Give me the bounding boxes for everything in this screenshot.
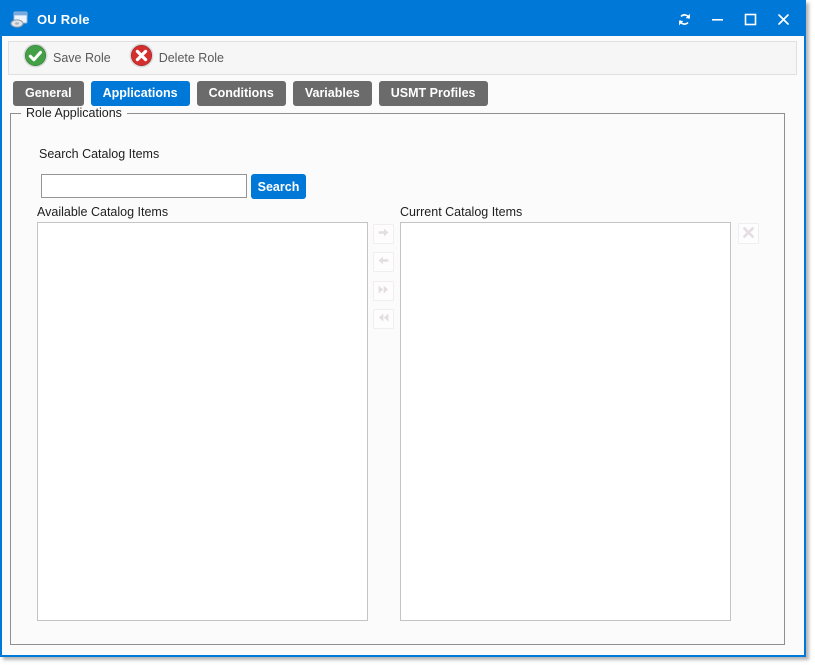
save-icon <box>23 43 48 73</box>
move-left-button[interactable] <box>373 252 394 272</box>
window-title: OU Role <box>37 12 90 27</box>
move-all-right-button[interactable] <box>373 281 394 301</box>
delete-icon <box>129 43 154 73</box>
close-icon[interactable] <box>775 11 791 27</box>
window-controls <box>676 2 791 36</box>
save-role-button[interactable]: Save Role <box>19 41 115 75</box>
app-icon <box>10 10 29 29</box>
double-arrow-left-icon <box>377 311 390 327</box>
minimize-icon[interactable] <box>709 11 725 27</box>
current-catalog-list[interactable] <box>400 222 731 621</box>
tab-general[interactable]: General <box>13 81 84 106</box>
tab-bar: General Applications Conditions Variable… <box>13 81 488 106</box>
search-button[interactable]: Search <box>251 174 306 199</box>
available-catalog-list[interactable] <box>37 222 368 621</box>
save-role-label: Save Role <box>53 51 111 65</box>
delete-role-button[interactable]: Delete Role <box>125 41 228 75</box>
screen: OU Role <box>0 0 815 665</box>
tab-applications[interactable]: Applications <box>91 81 190 106</box>
tab-usmt-profiles[interactable]: USMT Profiles <box>379 81 488 106</box>
move-right-button[interactable] <box>373 224 394 244</box>
tab-conditions[interactable]: Conditions <box>197 81 286 106</box>
toolbar: Save Role Delete Role <box>8 41 797 75</box>
tab-variables[interactable]: Variables <box>293 81 372 106</box>
current-catalog-label: Current Catalog Items <box>400 205 522 219</box>
maximize-icon[interactable] <box>742 11 758 27</box>
role-applications-group: Role Applications Search Catalog Items S… <box>10 113 785 645</box>
double-arrow-right-icon <box>377 283 390 299</box>
remove-current-item-button[interactable] <box>738 223 759 244</box>
delete-role-label: Delete Role <box>159 51 224 65</box>
x-mark-icon <box>742 226 755 242</box>
ou-role-window: OU Role <box>0 0 806 657</box>
available-catalog-label: Available Catalog Items <box>37 205 168 219</box>
refresh-icon[interactable] <box>676 11 692 27</box>
search-input[interactable] <box>41 174 247 198</box>
move-all-left-button[interactable] <box>373 309 394 329</box>
group-legend: Role Applications <box>21 106 127 120</box>
arrow-left-icon <box>377 254 390 270</box>
arrow-right-icon <box>377 226 390 242</box>
titlebar[interactable]: OU Role <box>2 2 804 36</box>
search-catalog-label: Search Catalog Items <box>39 147 159 161</box>
